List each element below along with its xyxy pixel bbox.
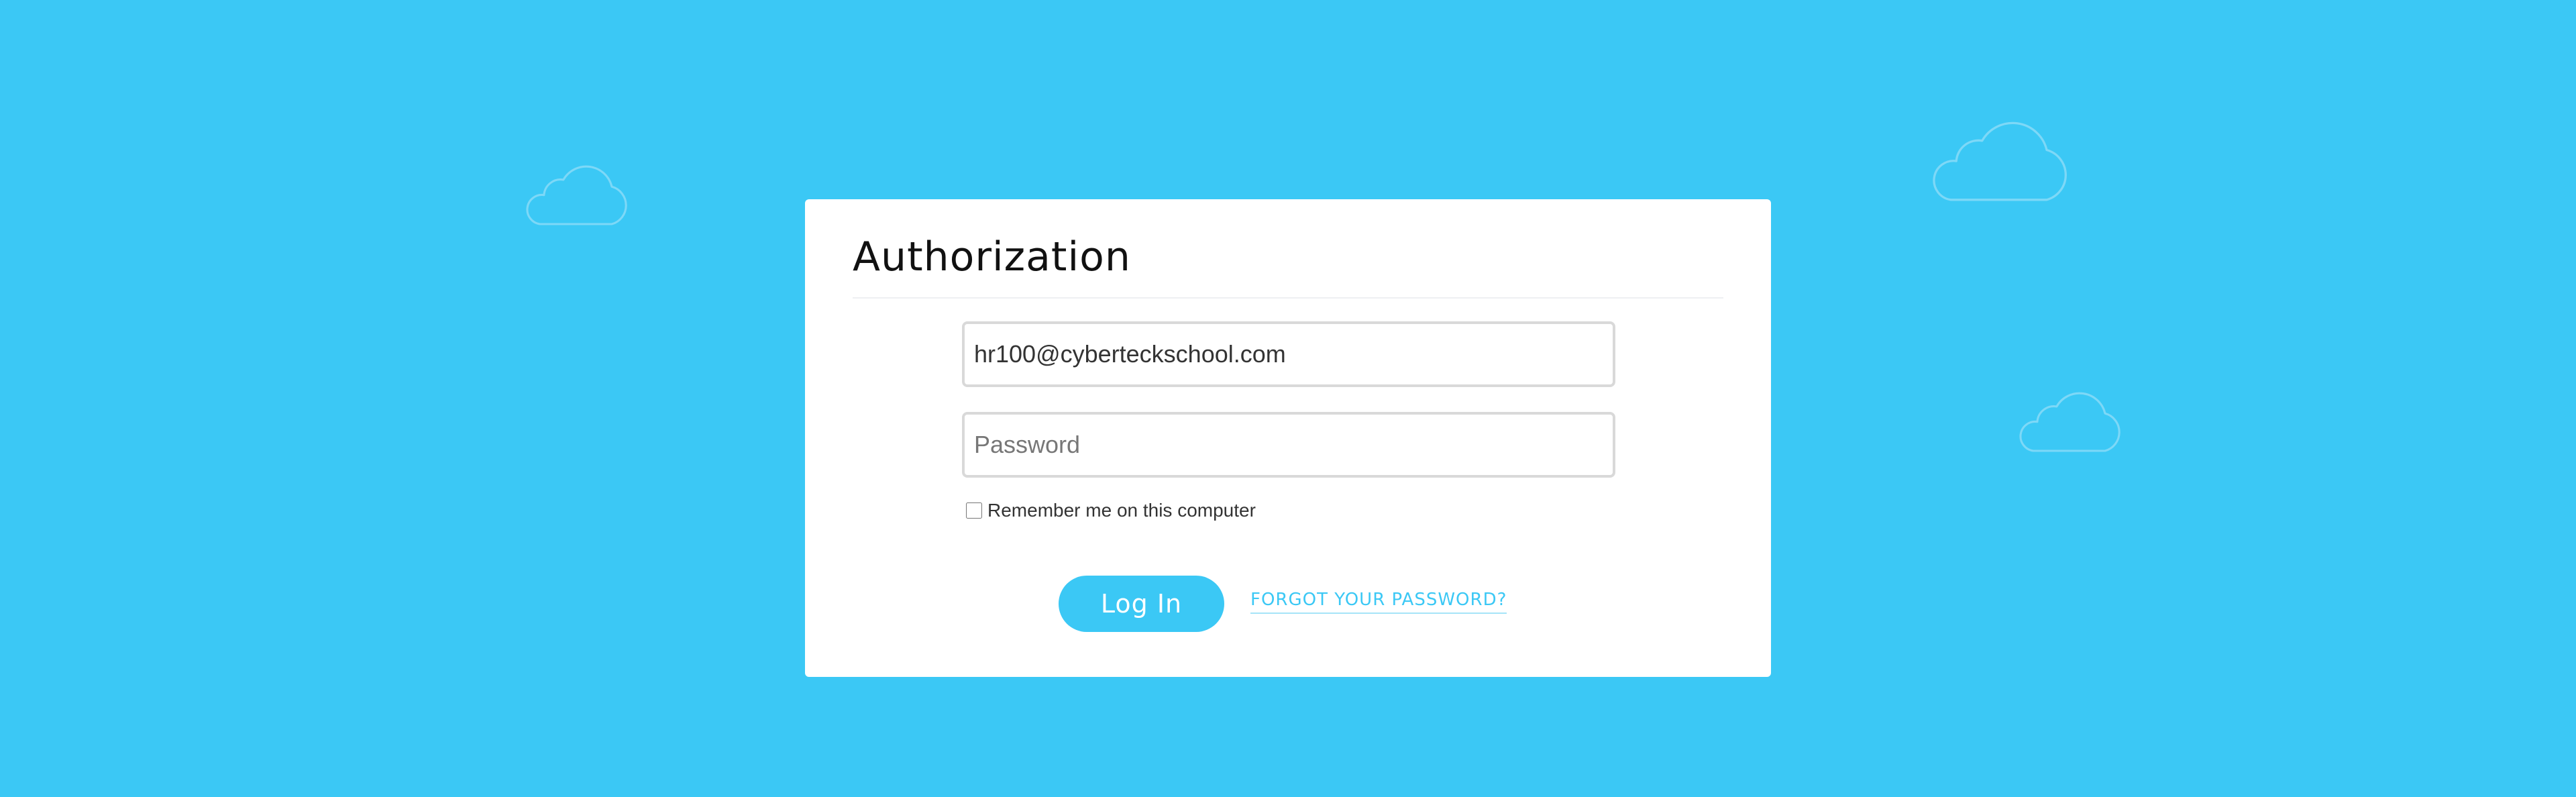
login-field[interactable] xyxy=(962,321,1615,387)
forgot-password-link[interactable]: FORGOT YOUR PASSWORD? xyxy=(1250,590,1507,614)
cloud-icon xyxy=(523,154,634,228)
cloud-icon xyxy=(1929,107,2076,205)
title-divider xyxy=(853,297,1723,299)
authorization-card: Authorization Remember me on this comput… xyxy=(805,199,1771,677)
remember-me-label: Remember me on this computer xyxy=(987,500,1256,521)
remember-me-checkbox[interactable] xyxy=(966,502,982,519)
page-title: Authorization xyxy=(853,233,1131,280)
password-field[interactable] xyxy=(962,412,1615,478)
login-button[interactable]: Log In xyxy=(1059,576,1224,632)
cloud-icon xyxy=(2017,381,2127,455)
remember-me[interactable]: Remember me on this computer xyxy=(966,500,1256,521)
